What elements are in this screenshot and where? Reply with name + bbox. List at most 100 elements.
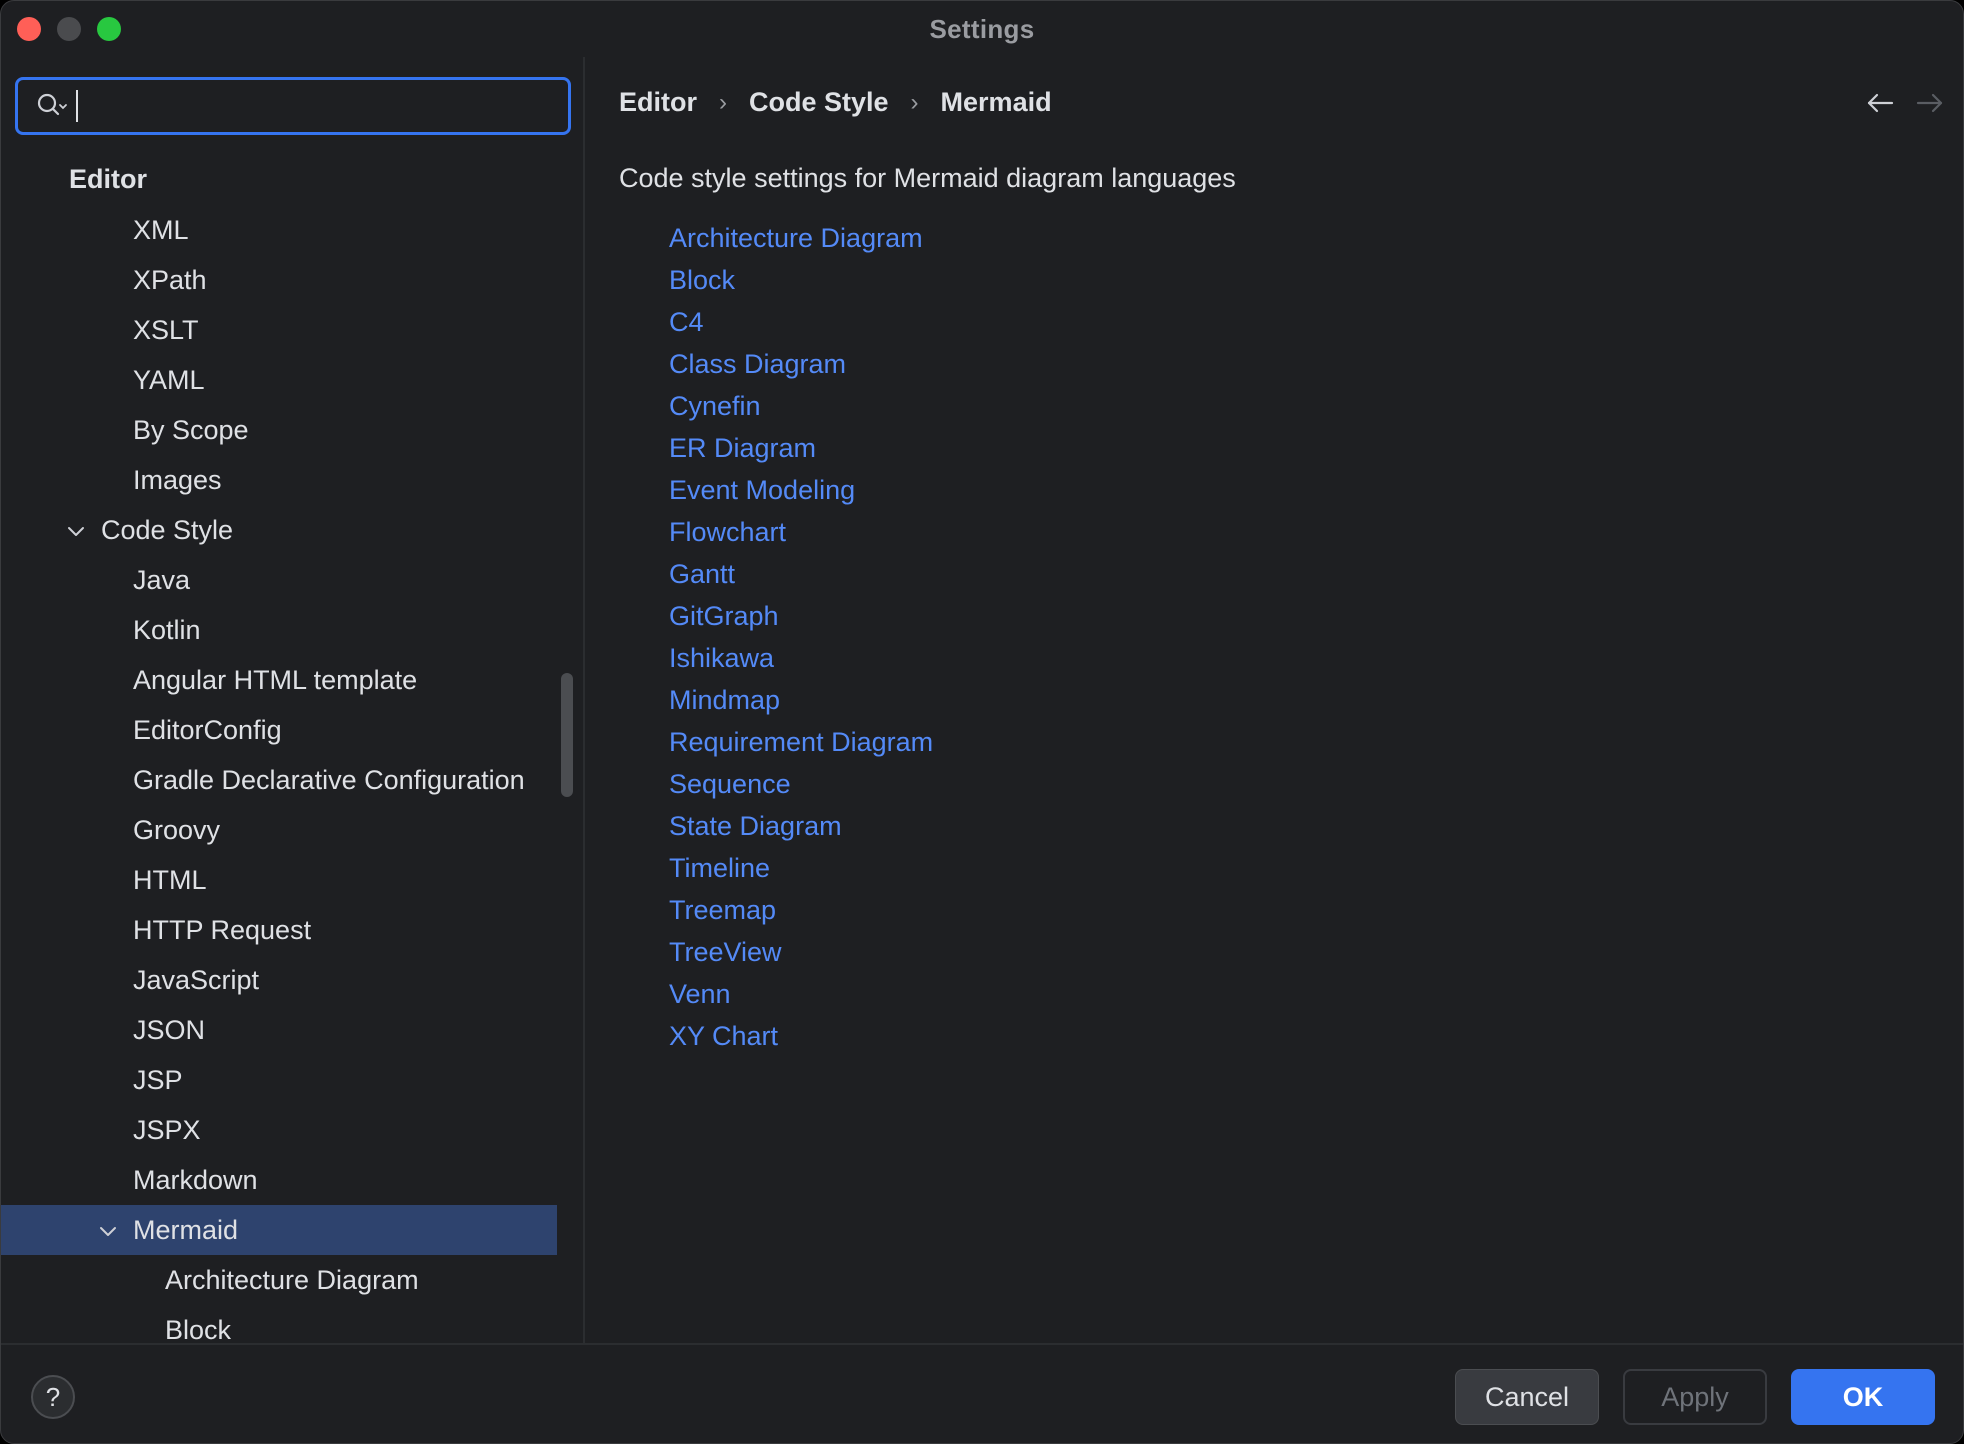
tree-item-label: HTML (133, 864, 207, 895)
language-link[interactable]: GitGraph (669, 595, 933, 637)
tree-item-label: EditorConfig (133, 714, 282, 745)
language-link[interactable]: State Diagram (669, 805, 933, 847)
breadcrumb-item[interactable]: Mermaid (941, 87, 1052, 118)
language-link[interactable]: Block (669, 259, 933, 301)
tree-item-label: Images (133, 464, 222, 495)
tree-item[interactable]: Groovy (1, 805, 557, 855)
chevron-down-icon[interactable] (65, 519, 87, 541)
tree-item-label: XML (133, 214, 189, 245)
search-box[interactable] (15, 77, 571, 135)
window-controls (17, 17, 121, 41)
settings-tree: Editor XML XPath XSLT YAML By Scope Images Code… (1, 153, 557, 1343)
tree-item-label: JSON (133, 1014, 206, 1045)
search-icon[interactable] (36, 91, 70, 121)
tree-item-label: Gradle Declarative Configuration (133, 764, 525, 795)
text-caret (76, 90, 78, 122)
language-link[interactable]: Event Modeling (669, 469, 933, 511)
breadcrumb-item[interactable]: Editor (619, 87, 697, 118)
tree-item-label: JSPX (133, 1114, 201, 1145)
tree-item[interactable]: HTTP Request (1, 905, 557, 955)
tree-item[interactable]: XPath (1, 255, 557, 305)
language-link[interactable]: Treemap (669, 889, 933, 931)
breadcrumb: Editor › Code Style › Mermaid (619, 87, 1052, 118)
sidebar-scrollbar[interactable] (561, 673, 573, 797)
language-link[interactable]: Sequence (669, 763, 933, 805)
tree-item-label: HTTP Request (133, 914, 312, 945)
tree-item-label: YAML (133, 364, 205, 395)
tree-item-label: XPath (133, 264, 207, 295)
help-button[interactable]: ? (31, 1375, 75, 1419)
tree-item[interactable]: Architecture Diagram (1, 1255, 557, 1305)
tree-item-label: JavaScript (133, 964, 260, 995)
back-arrow-icon[interactable] (1865, 91, 1895, 115)
tree-item[interactable]: JavaScript (1, 955, 557, 1005)
language-link[interactable]: C4 (669, 301, 933, 343)
tree-item[interactable]: Images (1, 455, 557, 505)
language-link[interactable]: ER Diagram (669, 427, 933, 469)
tree-item-label: Editor (69, 163, 147, 194)
language-link[interactable]: Cynefin (669, 385, 933, 427)
language-link[interactable]: Flowchart (669, 511, 933, 553)
language-link[interactable]: Timeline (669, 847, 933, 889)
tree-item-label: Kotlin (133, 614, 201, 645)
navigation-arrows (1865, 91, 1945, 115)
language-link[interactable]: Architecture Diagram (669, 217, 933, 259)
language-link[interactable]: Class Diagram (669, 343, 933, 385)
search-input[interactable] (86, 90, 546, 122)
tree-item[interactable]: XSLT (1, 305, 557, 355)
tree-item-label: Markdown (133, 1164, 258, 1195)
tree-item[interactable]: Code Style (1, 505, 557, 555)
language-link[interactable]: Venn (669, 973, 933, 1015)
tree-item-label: Groovy (133, 814, 221, 845)
chevron-down-icon[interactable] (97, 1219, 119, 1241)
ok-button[interactable]: OK (1791, 1369, 1935, 1425)
tree-item[interactable]: JSP (1, 1055, 557, 1105)
language-link[interactable]: Mindmap (669, 679, 933, 721)
maximize-window-button[interactable] (97, 17, 121, 41)
tree-item[interactable]: JSPX (1, 1105, 557, 1155)
breadcrumb-separator: › (719, 88, 727, 116)
page-description: Code style settings for Mermaid diagram … (619, 163, 1236, 193)
tree-item-label: Block (165, 1314, 232, 1344)
title-bar: Settings (1, 1, 1963, 57)
tree-item[interactable]: Editor (1, 153, 557, 205)
window-title: Settings (929, 13, 1035, 44)
tree-item-label: By Scope (133, 414, 249, 445)
tree-item-label: Java (133, 564, 191, 595)
settings-content: Editor › Code Style › Mermaid Code style set… (587, 57, 1963, 1343)
tree-item-label: XSLT (133, 314, 199, 345)
tree-item[interactable]: JSON (1, 1005, 557, 1055)
tree-item[interactable]: Markdown (1, 1155, 557, 1205)
minimize-window-button[interactable] (57, 17, 81, 41)
tree-item[interactable]: By Scope (1, 405, 557, 455)
language-link-list: Architecture Diagram Block C4 Class Diagram… (669, 217, 933, 1057)
tree-item[interactable]: XML (1, 205, 557, 255)
language-link[interactable]: Gantt (669, 553, 933, 595)
breadcrumb-item[interactable]: Code Style (749, 87, 889, 118)
language-link[interactable]: Ishikawa (669, 637, 933, 679)
apply-button[interactable]: Apply (1623, 1369, 1767, 1425)
tree-item[interactable]: Mermaid (1, 1205, 557, 1255)
tree-item[interactable]: Gradle Declarative Configuration (1, 755, 557, 805)
tree-item-label: Mermaid (133, 1214, 239, 1245)
tree-item[interactable]: Kotlin (1, 605, 557, 655)
dialog-footer: ? Cancel Apply OK (1, 1343, 1963, 1443)
breadcrumb-separator: › (910, 88, 919, 116)
cancel-button[interactable]: Cancel (1455, 1369, 1599, 1425)
close-window-button[interactable] (17, 17, 41, 41)
tree-item[interactable]: Java (1, 555, 557, 605)
tree-item[interactable]: HTML (1, 855, 557, 905)
tree-item[interactable]: Block (1, 1305, 557, 1344)
tree-item-label: Code Style (101, 514, 234, 545)
forward-arrow-icon[interactable] (1915, 91, 1945, 115)
tree-item[interactable]: YAML (1, 355, 557, 405)
settings-window: Settings Editor XML XPath XSLT YAML By Scope I… (0, 0, 1964, 1444)
tree-item-label: Architecture Diagram (165, 1264, 419, 1295)
language-link[interactable]: XY Chart (669, 1015, 933, 1057)
tree-item[interactable]: Angular HTML template (1, 655, 557, 705)
settings-sidebar: Editor XML XPath XSLT YAML By Scope Images Code… (1, 57, 585, 1343)
tree-item[interactable]: EditorConfig (1, 705, 557, 755)
tree-item-label: Angular HTML template (133, 664, 418, 695)
language-link[interactable]: Requirement Diagram (669, 721, 933, 763)
language-link[interactable]: TreeView (669, 931, 933, 973)
